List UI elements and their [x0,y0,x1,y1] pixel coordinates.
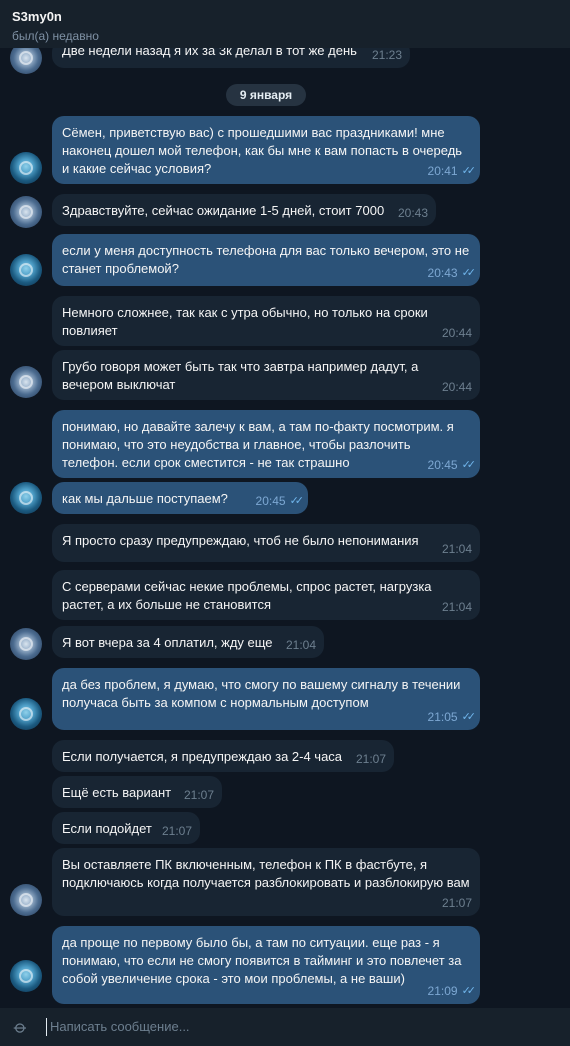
chat-header[interactable]: S3my0n был(а) недавно [0,0,570,48]
contact-name[interactable]: S3my0n [12,9,558,24]
message-meta: 21:09 ✓✓ [427,984,477,998]
message-bubble[interactable]: Сёмен, приветствую вас) с прошедшими вас… [52,116,480,184]
avatar[interactable] [10,482,42,514]
message-meta: 21:04 [441,600,472,614]
message-feed[interactable]: Две недели назад я их за 3к делал в тот … [0,48,570,1008]
double-check-icon: ✓✓ [461,985,477,997]
avatar[interactable] [10,698,42,730]
message-meta: 21:04 [285,638,316,652]
message-meta: 20:43 ✓✓ [427,266,477,280]
message-meta: 21:07 [441,896,472,910]
avatar[interactable] [10,884,42,916]
avatar[interactable] [10,48,42,74]
message-bubble[interactable]: Две недели назад я их за 3к делал в тот … [52,48,410,68]
avatar[interactable] [10,960,42,992]
message-meta: 20:41 ✓✓ [427,164,477,178]
message-meta: 20:45 ✓✓ [255,494,305,508]
message-bubble[interactable]: понимаю, но давайте залечу к вам, а там … [52,410,480,478]
avatar[interactable] [10,152,42,184]
message-bubble[interactable]: да проще по первому было бы, а там по си… [52,926,480,1004]
avatar[interactable] [10,628,42,660]
double-check-icon: ✓✓ [461,165,477,177]
message-meta: 21:07 [183,788,214,802]
message-meta: 21:07 [161,824,192,838]
message-meta: 20:44 [441,326,472,340]
message-input[interactable]: Написать сообщение... [46,1018,190,1036]
message-composer: ⌀ Написать сообщение... [0,1008,570,1046]
message-bubble[interactable]: как мы дальше поступаем? 20:45 ✓✓ [52,482,308,514]
message-bubble[interactable]: Если подойдет 21:07 [52,812,200,844]
message-meta: 20:43 [397,206,428,220]
message-bubble[interactable]: да без проблем, я думаю, что смогу по ва… [52,668,480,730]
message-meta: 20:45 ✓✓ [427,458,477,472]
double-check-icon: ✓✓ [461,267,477,279]
message-meta: 21:05 ✓✓ [427,710,477,724]
avatar[interactable] [10,254,42,286]
paperclip-icon[interactable]: ⌀ [5,1011,36,1042]
message-bubble[interactable]: Вы оставляете ПК включенным, телефон к П… [52,848,480,916]
double-check-icon: ✓✓ [461,459,477,471]
message-bubble[interactable]: Здравствуйте, сейчас ожидание 1-5 дней, … [52,194,436,226]
avatar[interactable] [10,366,42,398]
message-bubble[interactable]: Я просто сразу предупреждаю, чтоб не был… [52,524,480,562]
double-check-icon: ✓✓ [289,495,305,507]
message-bubble[interactable]: если у меня доступность телефона для вас… [52,234,480,286]
message-bubble[interactable]: Немного сложнее, так как с утра обычно, … [52,296,480,346]
message-bubble[interactable]: Я вот вчера за 4 оплатил, жду еще 21:04 [52,626,324,658]
contact-status: был(а) недавно [12,29,99,43]
date-separator: 9 января [226,84,306,106]
double-check-icon: ✓✓ [461,711,477,723]
avatar[interactable] [10,196,42,228]
message-bubble[interactable]: Грубо говоря может быть так что завтра н… [52,350,480,400]
message-meta: 20:44 [441,380,472,394]
message-meta: 21:23 [371,48,402,62]
message-meta: 21:04 [441,542,472,556]
message-meta: 21:07 [355,752,386,766]
message-bubble[interactable]: С серверами сейчас некие проблемы, спрос… [52,570,480,620]
message-bubble[interactable]: Если получается, я предупреждаю за 2-4 ч… [52,740,394,772]
message-bubble[interactable]: Ещё есть вариант 21:07 [52,776,222,808]
